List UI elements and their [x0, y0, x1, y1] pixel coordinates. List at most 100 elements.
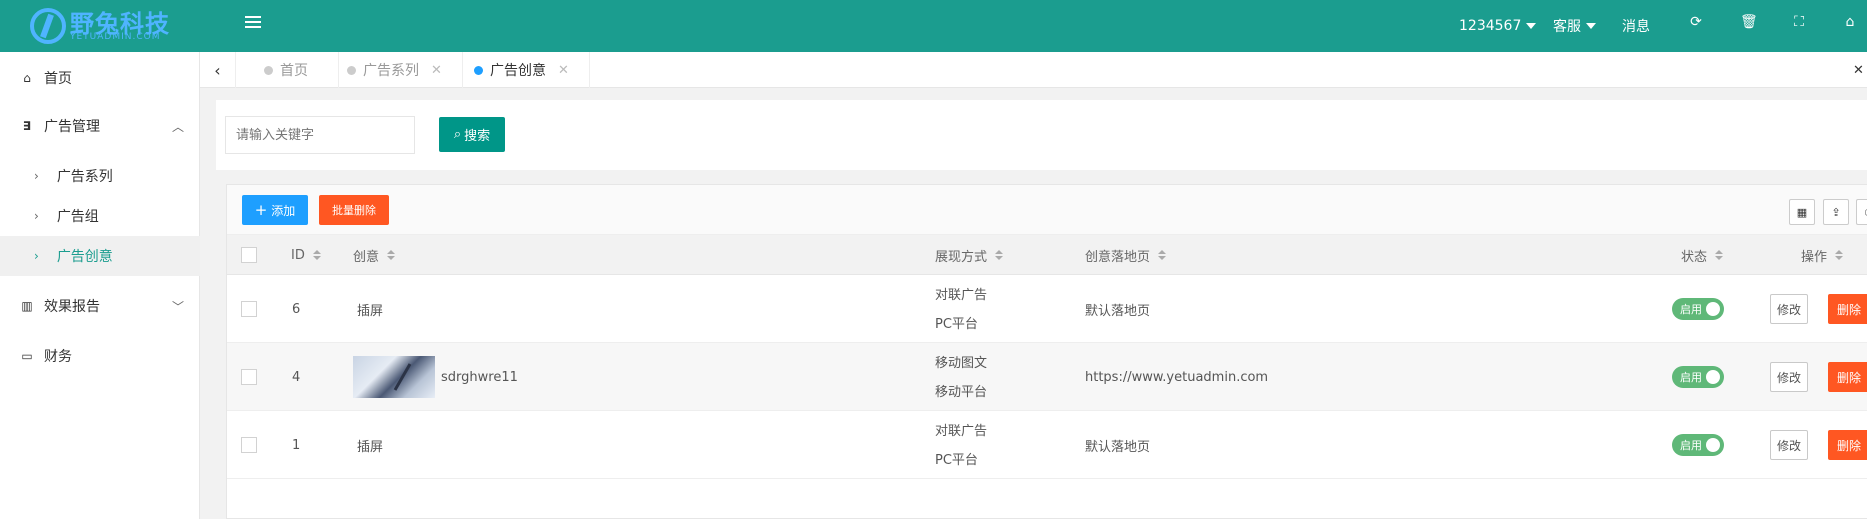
sidebar-item-ad-management[interactable]: ∃ 广告管理 ︿ [0, 106, 200, 146]
status-toggle[interactable]: 启用 [1672, 434, 1724, 456]
sidebar-item-ad-groups[interactable]: › 广告组 [0, 196, 200, 236]
fullscreen-icon[interactable]: ⛶ [1791, 14, 1807, 30]
status-toggle[interactable]: 启用 [1672, 298, 1724, 320]
column-display[interactable]: 展现方式 [935, 235, 1004, 275]
service-dropdown[interactable]: 客服 [1553, 0, 1596, 52]
sidebar-item-finance[interactable]: ▭ 财务 [0, 336, 200, 376]
search-panel: ⌕ 搜索 [216, 100, 1867, 170]
chevron-right-icon: › [34, 169, 39, 183]
cell-creative: sdrghwre11 [353, 343, 518, 411]
tab-campaigns[interactable]: 广告系列 ✕ [347, 52, 463, 88]
top-header: 野兔科技 YETUADMIN.COM 1234567 客服 消息 ⟳ 🗑︎ ⛶ … [0, 0, 1867, 52]
columns-filter-icon[interactable]: ▦ [1789, 199, 1815, 225]
display-format: 对联广告 [935, 288, 988, 303]
column-status[interactable]: 状态 [1681, 235, 1724, 275]
cell-creative: 插屏 [357, 303, 384, 319]
delete-button[interactable]: 删除 [1828, 430, 1867, 460]
sidebar-item-campaigns[interactable]: › 广告系列 [0, 156, 200, 196]
sort-icon[interactable] [995, 250, 1004, 260]
table-header: ID 创意 展现方式 创意落地页 状态 操作 [227, 235, 1867, 275]
messages-label: 消息 [1622, 19, 1650, 35]
cell-display: 对联广告 PC平台 [935, 417, 987, 475]
menu-toggle-icon[interactable] [245, 16, 261, 30]
display-format: 对联广告 [935, 424, 988, 439]
cell-display: 对联广告 PC平台 [935, 281, 987, 339]
search-icon: ⌕ [453, 127, 462, 142]
row-checkbox[interactable] [241, 301, 257, 317]
tab-label: 广告创意 [490, 63, 546, 79]
creative-name: sdrghwre11 [441, 369, 518, 385]
bar-chart-icon: ▥ [21, 299, 33, 313]
service-label: 客服 [1553, 19, 1581, 35]
column-creative[interactable]: 创意 [353, 235, 396, 275]
display-platform: PC平台 [935, 453, 978, 468]
credit-card-icon: ▭ [21, 349, 33, 363]
edit-button[interactable]: 修改 [1770, 362, 1808, 392]
tab-home[interactable]: 首页 [264, 52, 339, 88]
sidebar-item-label: 广告创意 [56, 249, 113, 265]
table-toolbar: + 添加 批量删除 ▦ ⇪ ⎙ [227, 185, 1867, 235]
status-label: 启用 [1680, 371, 1702, 384]
logo-icon [30, 8, 66, 44]
print-icon[interactable]: ⎙ [1856, 199, 1867, 225]
chevron-up-icon: ︿ [171, 119, 184, 134]
display-platform: PC平台 [935, 317, 978, 332]
sort-icon[interactable] [1715, 250, 1724, 260]
edit-button[interactable]: 修改 [1770, 430, 1808, 460]
trash-icon[interactable]: 🗑︎ [1740, 14, 1758, 30]
row-checkbox[interactable] [241, 437, 257, 453]
add-button-label: 添加 [271, 204, 296, 218]
caret-down-icon [1526, 23, 1537, 29]
add-button[interactable]: + 添加 [242, 195, 308, 225]
data-table: + 添加 批量删除 ▦ ⇪ ⎙ ID 创意 展现方式 创意落地页 状态 操作 6… [226, 184, 1867, 519]
delete-button[interactable]: 删除 [1828, 362, 1867, 392]
close-icon[interactable]: ✕ [558, 63, 569, 78]
caret-down-icon [1586, 23, 1596, 29]
search-input[interactable] [225, 116, 415, 154]
cell-landing: 默认落地页 [1085, 303, 1151, 319]
refresh-icon[interactable]: ⟳ [1688, 14, 1704, 30]
batch-delete-button[interactable]: 批量删除 [319, 195, 389, 225]
edit-button[interactable]: 修改 [1770, 294, 1808, 324]
cell-creative: 插屏 [357, 439, 384, 455]
delete-button[interactable]: 删除 [1828, 294, 1867, 324]
table-row: 6 插屏 对联广告 PC平台 默认落地页 启用 修改 删除 [227, 275, 1867, 343]
table-row: 1 插屏 对联广告 PC平台 默认落地页 启用 修改 删除 [227, 411, 1867, 479]
row-checkbox[interactable] [241, 369, 257, 385]
sidebar-item-label: 广告管理 [44, 119, 100, 135]
cell-id: 1 [292, 437, 301, 453]
logo[interactable]: 野兔科技 YETUADMIN.COM [30, 4, 180, 44]
messages-link[interactable]: 消息 [1622, 0, 1650, 52]
sort-icon[interactable] [312, 250, 321, 260]
status-toggle[interactable]: 启用 [1672, 366, 1724, 388]
close-icon[interactable]: ✕ [431, 63, 442, 78]
tab-scroll-left-icon[interactable]: ‹ [200, 52, 236, 88]
user-dropdown[interactable]: 1234567 [1459, 0, 1537, 52]
tab-label: 广告系列 [363, 63, 419, 79]
sidebar-item-reports[interactable]: ▥ 效果报告 ﹀ [0, 286, 200, 326]
search-button[interactable]: ⌕ 搜索 [439, 117, 505, 152]
creative-thumbnail [353, 356, 435, 398]
status-label: 启用 [1680, 303, 1702, 316]
chevron-right-icon: › [34, 209, 39, 223]
tab-creatives[interactable]: 广告创意 ✕ [474, 52, 590, 88]
select-all-checkbox[interactable] [241, 247, 257, 263]
cell-id: 4 [292, 369, 301, 385]
sidebar-item-creatives[interactable]: › 广告创意 [0, 236, 200, 276]
plus-icon: + [254, 201, 268, 219]
home-icon[interactable]: ⌂ [1842, 14, 1858, 30]
sidebar-item-home[interactable]: ⌂ 首页 [0, 58, 200, 98]
export-icon[interactable]: ⇪ [1823, 199, 1849, 225]
column-actions[interactable]: 操作 [1801, 235, 1844, 275]
sort-icon[interactable] [1158, 250, 1167, 260]
search-button-label: 搜索 [464, 129, 491, 144]
user-name: 1234567 [1459, 18, 1522, 34]
sidebar-item-label: 广告组 [56, 209, 99, 225]
sort-icon[interactable] [387, 250, 396, 260]
sidebar-item-label: 首页 [44, 71, 72, 87]
tab-dot [264, 65, 273, 75]
sort-icon[interactable] [1835, 250, 1844, 260]
column-id[interactable]: ID [291, 235, 321, 275]
tab-close-all-icon[interactable]: ✕ [1853, 52, 1867, 88]
column-landing[interactable]: 创意落地页 [1085, 235, 1167, 275]
